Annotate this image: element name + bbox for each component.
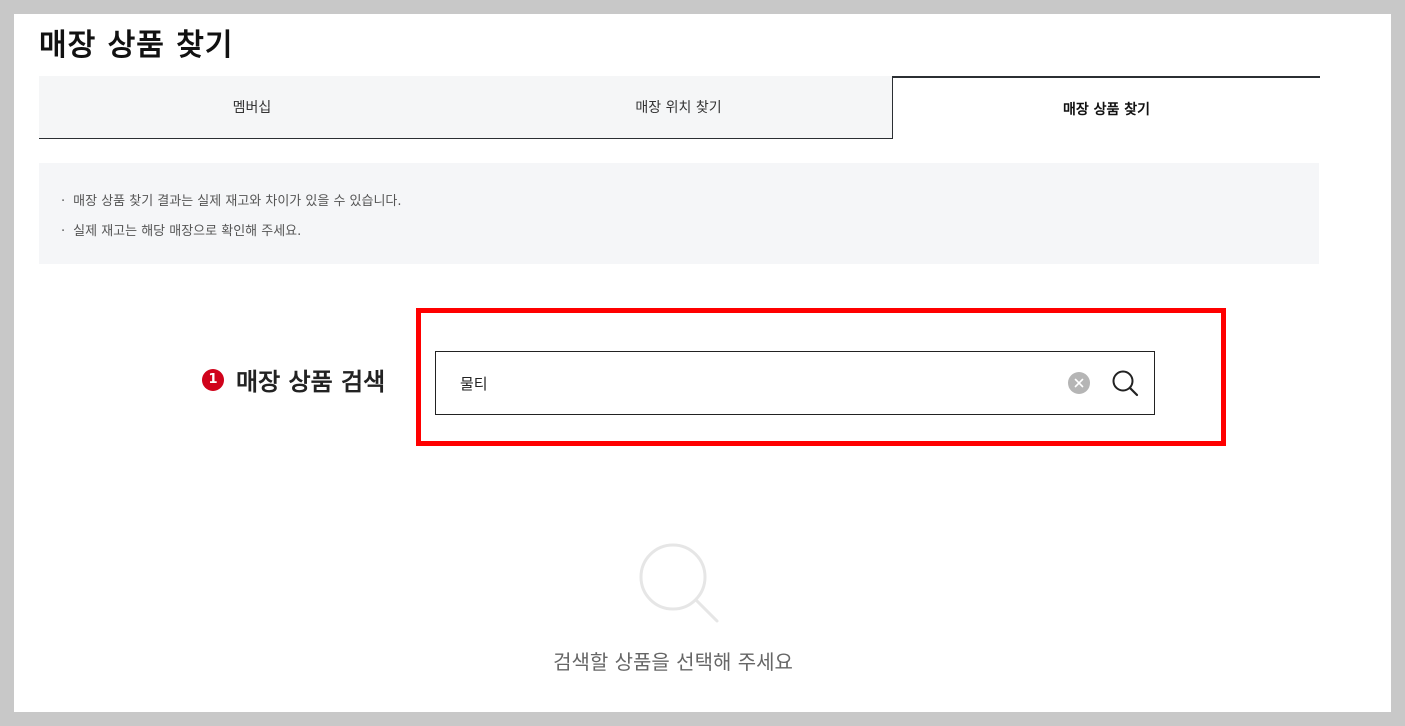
search-box xyxy=(435,351,1155,415)
tab-store-product-search[interactable]: 매장 상품 찾기 xyxy=(892,76,1320,139)
empty-state-message: 검색할 상품을 선택해 주세요 xyxy=(553,650,793,674)
search-icon[interactable] xyxy=(1110,368,1140,398)
notice-list: 매장 상품 찾기 결과는 실제 재고와 차이가 있을 수 있습니다. 실제 재고… xyxy=(39,163,1319,247)
notice-item: 실제 재고는 해당 매장으로 확인해 주세요. xyxy=(61,217,1319,247)
clear-circle-icon[interactable] xyxy=(1068,372,1090,394)
clear-x-icon xyxy=(1074,378,1084,388)
notice-box: 매장 상품 찾기 결과는 실제 재고와 차이가 있을 수 있습니다. 실제 재고… xyxy=(39,163,1319,264)
page-container: 매장 상품 찾기 멤버십 매장 위치 찾기 매장 상품 찾기 매장 상품 찾기 … xyxy=(14,14,1391,712)
notice-item: 매장 상품 찾기 결과는 실제 재고와 차이가 있을 수 있습니다. xyxy=(61,187,1319,217)
search-label: 1 매장 상품 검색 xyxy=(202,362,385,397)
search-magnifier-icon xyxy=(635,539,725,629)
page-title: 매장 상품 찾기 xyxy=(39,28,234,63)
search-label-text: 매장 상품 검색 xyxy=(236,368,386,396)
tab-store-location[interactable]: 매장 위치 찾기 xyxy=(465,76,892,139)
step-number-badge: 1 xyxy=(202,368,224,391)
tab-bar: 멤버십 매장 위치 찾기 매장 상품 찾기 xyxy=(39,76,1320,140)
search-input[interactable] xyxy=(460,371,1020,395)
tab-membership[interactable]: 멤버십 xyxy=(39,76,465,139)
